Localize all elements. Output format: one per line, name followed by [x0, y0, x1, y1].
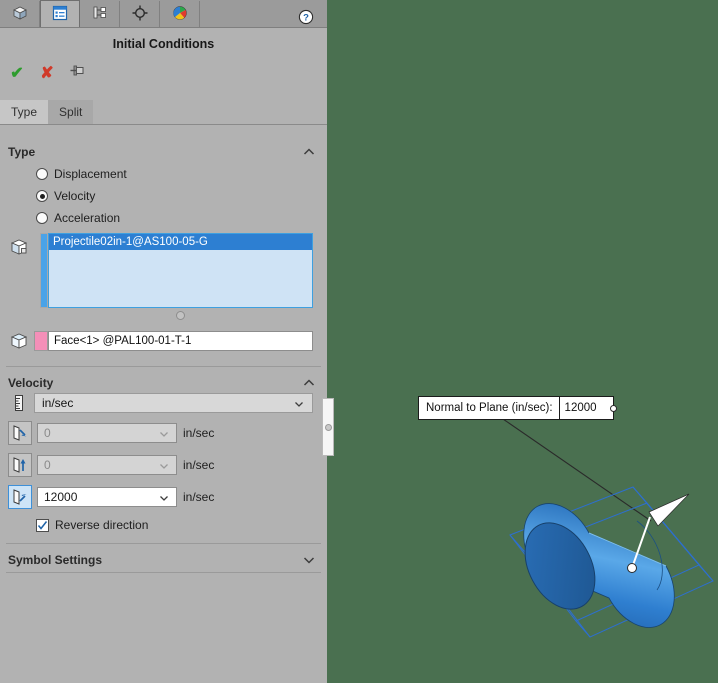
- list-panel-icon: [51, 4, 69, 25]
- velocity-x-input[interactable]: 0: [37, 423, 177, 443]
- face-color-swatch[interactable]: [34, 331, 48, 351]
- callout-leader-line: [502, 418, 652, 522]
- radio-acceleration-indicator: [36, 212, 48, 224]
- property-manager-header: Initial Conditions: [0, 27, 327, 60]
- section-title-type: Type: [8, 145, 36, 159]
- chevron-down-icon: [158, 428, 170, 440]
- velocity-callout[interactable]: Normal to Plane (in/sec): 12000: [418, 396, 617, 420]
- panel-splitter-handle[interactable]: [322, 398, 334, 456]
- plane-arrow-upright-icon[interactable]: [8, 485, 32, 509]
- radio-acceleration-label: Acceleration: [54, 211, 121, 225]
- manager-tab-strip: [0, 0, 327, 28]
- reverse-direction-label: Reverse direction: [55, 518, 149, 532]
- velocity-normal-value: 12000: [44, 490, 78, 504]
- radio-displacement-indicator: [36, 168, 48, 180]
- face-reference-value: Face<1> @PAL100-01-T-1: [54, 335, 192, 347]
- velocity-x-unit: in/sec: [183, 426, 215, 440]
- velocity-normal-unit: in/sec: [183, 490, 215, 504]
- accept-button[interactable]: ✔: [4, 63, 30, 85]
- divider: [6, 572, 321, 573]
- velocity-x-value: 0: [44, 426, 51, 440]
- divider: [6, 543, 321, 544]
- radio-velocity-indicator: [36, 190, 48, 202]
- chevron-down-icon: [158, 492, 170, 504]
- property-manager-tab[interactable]: [40, 0, 80, 27]
- check-icon: ✔: [10, 64, 24, 82]
- plane-arrow-downright-icon[interactable]: [8, 421, 32, 445]
- type-split-tabs: Type Split: [0, 96, 327, 124]
- radio-displacement[interactable]: Displacement: [36, 165, 127, 183]
- section-header-velocity[interactable]: Velocity: [0, 371, 327, 395]
- feature-manager-tab[interactable]: [0, 1, 40, 27]
- radio-velocity-label: Velocity: [54, 189, 96, 203]
- callout-drag-handle[interactable]: [609, 405, 617, 412]
- velocity-y-value: 0: [44, 458, 51, 472]
- radio-displacement-label: Displacement: [54, 167, 127, 181]
- configuration-tree-icon: [91, 4, 109, 25]
- list-resize-grip[interactable]: [176, 311, 185, 320]
- face-body-icon: [8, 330, 30, 352]
- pin-button[interactable]: [64, 63, 90, 85]
- tab-type-label: Type: [11, 105, 38, 119]
- velocity-component-row-2: 0 in/sec: [8, 453, 214, 477]
- selection-list[interactable]: Projectile02in-1@AS100-05-G: [48, 233, 313, 308]
- velocity-component-row-1: 0 in/sec: [8, 421, 214, 445]
- color-ball-icon: [171, 4, 189, 25]
- close-icon: ✘: [40, 64, 54, 82]
- velocity-y-input[interactable]: 0: [37, 455, 177, 475]
- property-manager-panel: Initial Conditions ? ✔ ✘ Type Split Type…: [0, 0, 327, 683]
- help-question-icon[interactable]: ?: [298, 9, 314, 25]
- appearances-tab[interactable]: [160, 1, 200, 27]
- tab-type[interactable]: Type: [0, 100, 49, 124]
- chevron-up-icon: [302, 376, 316, 390]
- cancel-button[interactable]: ✘: [34, 63, 60, 85]
- radio-velocity[interactable]: Velocity: [36, 187, 95, 205]
- solid-body-icon: [8, 236, 30, 258]
- velocity-normal-input[interactable]: 12000: [37, 487, 177, 507]
- face-reference-field[interactable]: Face<1> @PAL100-01-T-1: [48, 331, 313, 351]
- cube-icon: [11, 4, 29, 25]
- graphics-viewport[interactable]: Normal to Plane (in/sec): 12000: [327, 0, 718, 683]
- section-header-symbol-settings[interactable]: Symbol Settings: [0, 548, 327, 572]
- chevron-up-icon: [302, 145, 316, 159]
- splitter-grip-dot: [324, 423, 332, 431]
- section-title-velocity: Velocity: [8, 376, 54, 390]
- svg-text:?: ?: [303, 13, 309, 24]
- tab-underline: [0, 124, 327, 125]
- velocity-y-unit: in/sec: [183, 458, 215, 472]
- list-item[interactable]: Projectile02in-1@AS100-05-G: [49, 234, 312, 250]
- reverse-direction-checkbox[interactable]: Reverse direction: [36, 516, 148, 534]
- unit-select[interactable]: in/sec: [34, 393, 313, 413]
- chevron-down-icon: [302, 553, 316, 567]
- velocity-component-row-3: 12000 in/sec: [8, 485, 214, 509]
- section-header-type[interactable]: Type: [0, 140, 327, 164]
- radio-acceleration[interactable]: Acceleration: [36, 209, 120, 227]
- tab-split[interactable]: Split: [48, 100, 94, 124]
- ruler-icon: [9, 393, 29, 413]
- crosshair-icon: [131, 4, 149, 25]
- divider: [6, 366, 321, 367]
- pushpin-icon: [68, 63, 86, 84]
- checkbox-indicator: [36, 518, 49, 532]
- selection-color-swatch[interactable]: [40, 233, 48, 308]
- chevron-down-icon: [158, 460, 170, 472]
- tab-split-label: Split: [59, 105, 83, 119]
- section-title-symbol-settings: Symbol Settings: [8, 553, 103, 567]
- callout-label: Normal to Plane (in/sec):: [426, 402, 553, 414]
- unit-select-value: in/sec: [42, 396, 74, 410]
- page-title: Initial Conditions: [112, 36, 215, 51]
- configuration-manager-tab[interactable]: [80, 1, 120, 27]
- plane-arrow-up-icon[interactable]: [8, 453, 32, 477]
- property-manager-action-row: ✔ ✘: [0, 60, 327, 87]
- chevron-down-icon: [293, 398, 305, 410]
- callout-value[interactable]: 12000: [558, 397, 613, 419]
- display-manager-tab[interactable]: [120, 1, 160, 27]
